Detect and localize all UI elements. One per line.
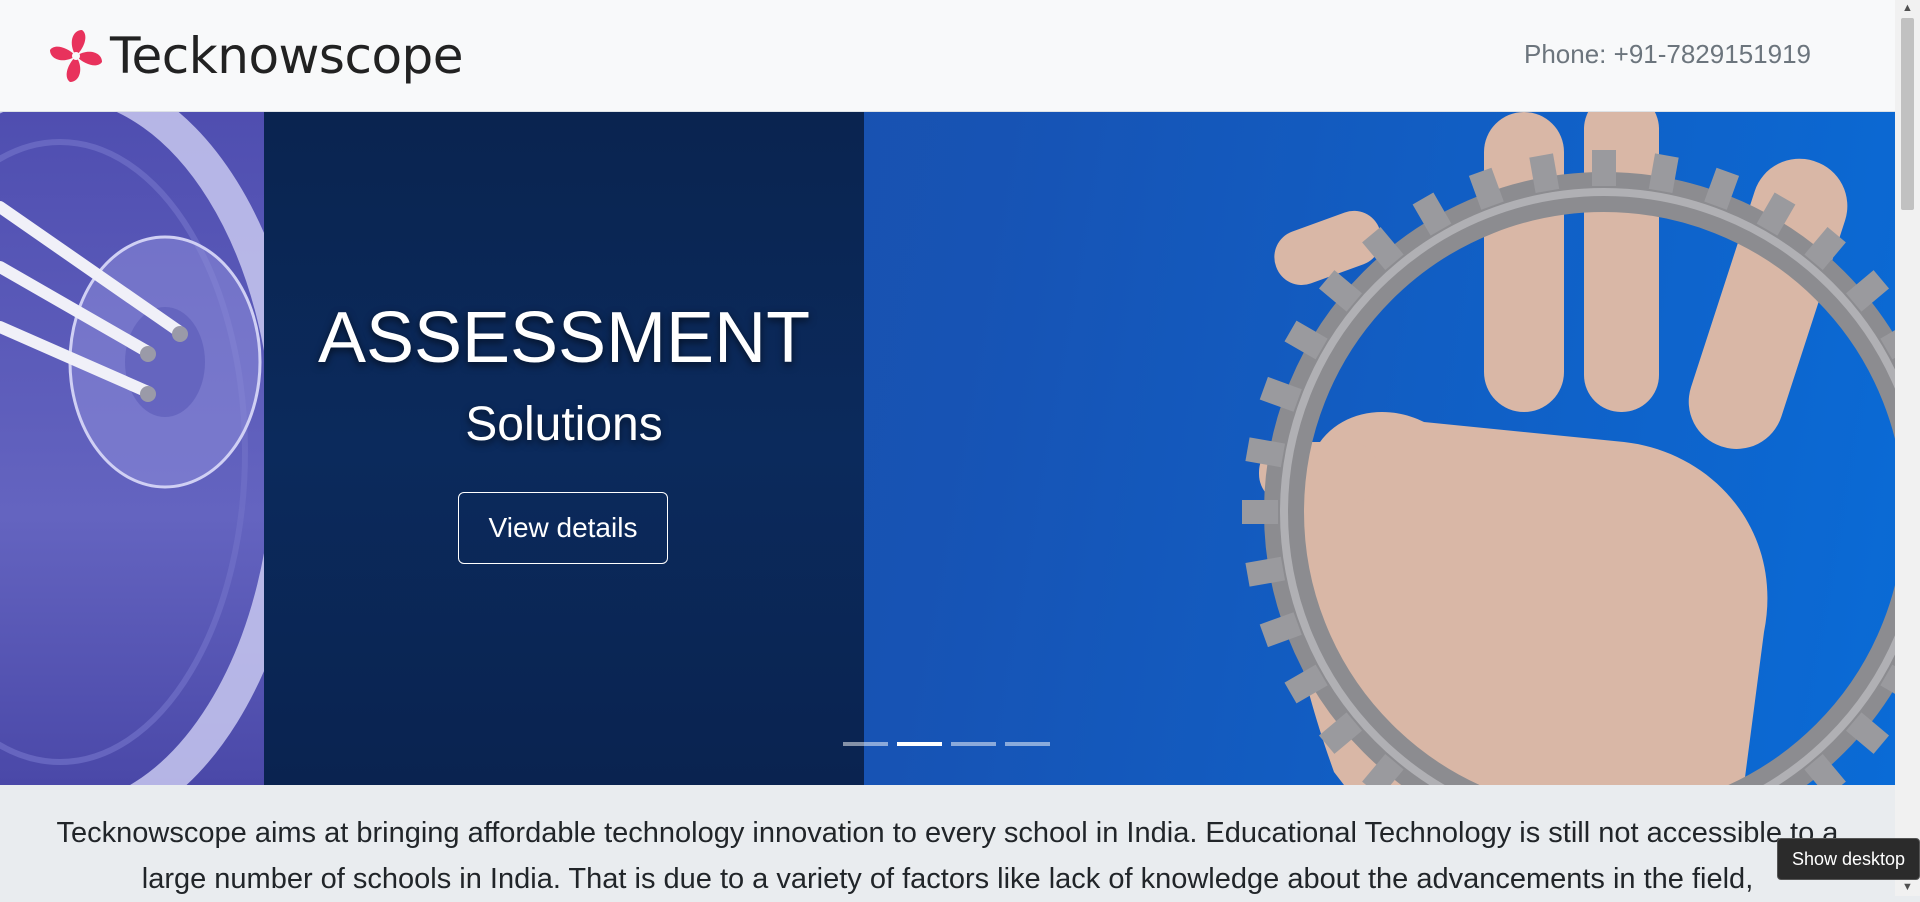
brand-link[interactable]: Tecknowscope bbox=[44, 22, 464, 90]
gear-hand-image bbox=[864, 112, 1895, 785]
scroll-up-arrow-icon[interactable]: ▲ bbox=[1895, 0, 1920, 17]
carousel-indicator[interactable] bbox=[843, 742, 888, 746]
show-desktop-tooltip: Show desktop bbox=[1777, 838, 1920, 880]
carousel-indicator-active[interactable] bbox=[897, 742, 942, 746]
phone-number: Phone: +91-7829151919 bbox=[1524, 39, 1811, 69]
hero-carousel[interactable]: ASSESSMENT Solutions View details bbox=[0, 112, 1895, 785]
target-image bbox=[0, 112, 264, 785]
view-details-button[interactable]: View details bbox=[458, 492, 668, 564]
carousel-indicator[interactable] bbox=[1005, 742, 1050, 746]
carousel-title: ASSESSMENT bbox=[317, 298, 811, 378]
pinwheel-logo-icon bbox=[50, 30, 102, 82]
carousel-indicators bbox=[843, 742, 1050, 746]
scroll-thumb[interactable] bbox=[1901, 18, 1914, 210]
carousel-subtitle: Solutions bbox=[465, 398, 663, 451]
vertical-scrollbar[interactable]: ▲ ▼ bbox=[1895, 0, 1920, 896]
carousel-indicator[interactable] bbox=[951, 742, 996, 746]
top-navbar: Tecknowscope Phone: +91-7829151919 bbox=[0, 0, 1895, 112]
brand-name: Tecknowscope bbox=[110, 27, 464, 85]
scroll-down-arrow-icon[interactable]: ▼ bbox=[1895, 879, 1920, 896]
intro-paragraph: Tecknowscope aims at bringing affordable… bbox=[56, 817, 1839, 895]
